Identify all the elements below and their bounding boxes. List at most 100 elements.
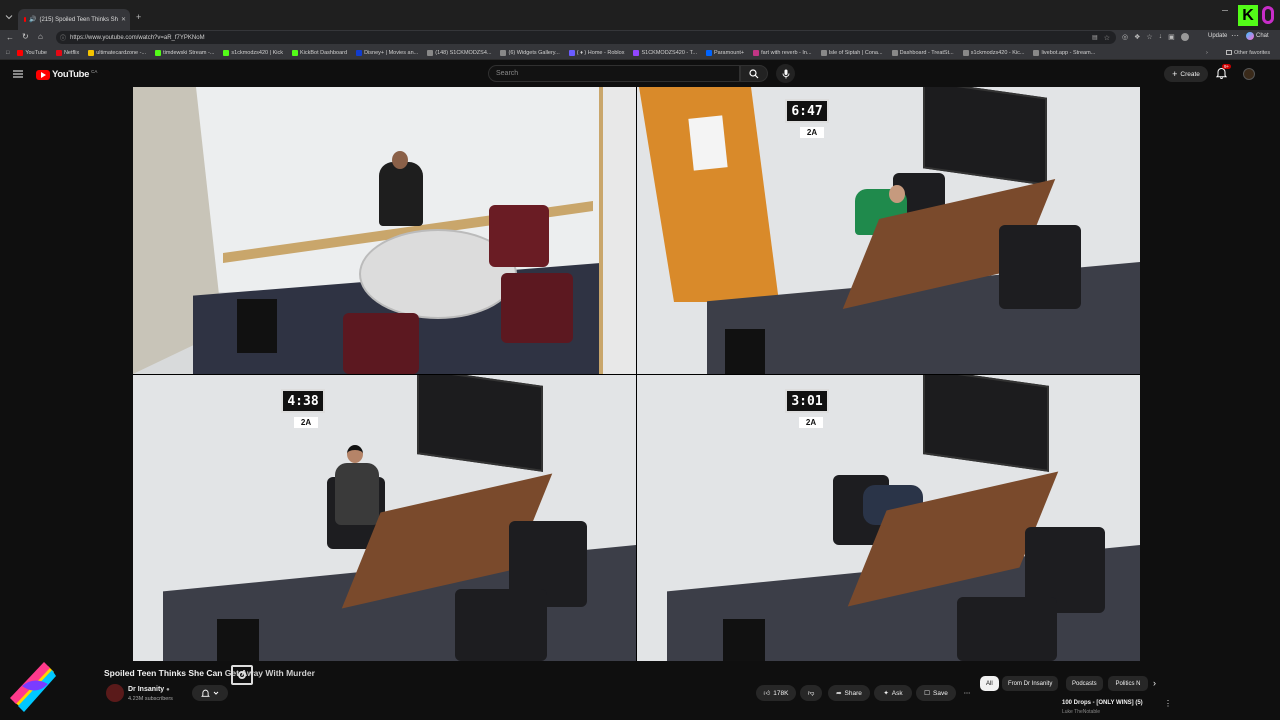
other-favorites-link[interactable]: Other favorites	[1226, 50, 1270, 56]
recommended-video-channel: Luke TheNotable	[1062, 709, 1100, 715]
ask-label: Ask	[891, 689, 903, 697]
trash-can	[725, 329, 765, 374]
office-chair	[455, 589, 547, 661]
kick-logo: K	[1238, 5, 1258, 26]
reload-icon[interactable]: ↻	[22, 32, 29, 41]
bookmark-label: Paramount+	[714, 49, 745, 56]
thumbs-up-icon: 👍︎	[763, 690, 771, 697]
bookmark-label: s1ckmodzs420 - Kic...	[970, 49, 1025, 56]
bookmark-label: Disney+ | Movies an...	[364, 49, 419, 56]
bookmark-item[interactable]: Paramount+	[706, 49, 745, 56]
favorites-icon[interactable]: ☆	[1146, 33, 1152, 41]
voice-search-button[interactable]	[776, 64, 795, 83]
office-chair	[999, 225, 1081, 309]
bookmark-favicon-icon	[891, 49, 898, 56]
chip-politics[interactable]: Politics N	[1108, 676, 1148, 691]
site-info-icon[interactable]: ⓘ	[60, 33, 66, 42]
bookmark-item[interactable]: Isle of Siptah | Cona...	[820, 49, 883, 56]
chat-button[interactable]: Chat	[1246, 32, 1269, 40]
bookmark-favicon-icon	[291, 49, 298, 56]
video-player[interactable]: 6:47 2A 4:38 2A 3:01 2A	[133, 87, 1140, 661]
more-menu-icon[interactable]: ⋯	[1231, 31, 1239, 40]
red-chair	[501, 273, 573, 343]
reader-view-icon[interactable]: ▤	[1092, 34, 1098, 41]
room-number: 2A	[294, 417, 318, 428]
recommended-video[interactable]: 100 Drops - [ONLY WINS] (5) Luke TheNota…	[1062, 700, 1172, 715]
share-button[interactable]: ➦ Share	[828, 685, 870, 701]
bookmark-label: Netflix	[63, 49, 80, 56]
tab-list-dropdown-icon[interactable]	[5, 13, 13, 21]
chip-from-channel[interactable]: From Dr Insanity	[1002, 676, 1059, 691]
bookmark-favicon-icon	[356, 49, 363, 56]
create-button[interactable]: + Create	[1164, 66, 1208, 82]
bookmark-item[interactable]: Dashboard - TreatSt...	[891, 49, 954, 56]
bookmark-item[interactable]: Netflix	[55, 49, 80, 56]
extensions-area: ◎ ❖ ☆ ↓ ▣	[1122, 33, 1189, 41]
person-seated	[379, 162, 423, 226]
dislike-button[interactable]: 👎︎	[800, 685, 822, 701]
youtube-logo[interactable]: YouTube CA	[36, 69, 97, 80]
search-input[interactable]: Search	[488, 65, 740, 82]
split-icon[interactable]: ▣	[1168, 33, 1175, 41]
room-number: 2A	[799, 417, 823, 428]
browser-tab-active[interactable]: 🔊 (215) Spoiled Teen Thinks Sh ✕	[18, 9, 130, 30]
like-button[interactable]: 👍︎ 178K	[756, 685, 796, 701]
notification-bell-button[interactable]	[192, 685, 228, 701]
screen-share-icon	[231, 665, 253, 685]
bookmark-item[interactable]: ultimatecardzone -...	[88, 49, 146, 56]
save-button[interactable]: ☐ Save	[916, 685, 956, 701]
tab-close-icon[interactable]: ✕	[121, 16, 126, 23]
chips-next-icon[interactable]: ›	[1153, 678, 1156, 688]
speaker-icon: 🔊	[28, 17, 37, 23]
bookmarks-folder-icon[interactable]: □	[6, 50, 9, 56]
bookmark-item[interactable]: Disney+ | Movies an...	[356, 49, 419, 56]
bookmark-item[interactable]: timdewski Stream -...	[155, 49, 214, 56]
puzzle-icon[interactable]: ❖	[1134, 33, 1140, 41]
search-button[interactable]	[740, 65, 768, 82]
bookmark-favicon-icon	[568, 49, 575, 56]
bookmark-item[interactable]: YouTube	[17, 49, 47, 56]
recommended-more-icon[interactable]: ⋮	[1164, 699, 1172, 708]
update-button[interactable]: Update	[1208, 33, 1227, 39]
bookmark-item[interactable]: (6) Widgets Gallery...	[500, 49, 560, 56]
download-icon[interactable]: ↓	[1159, 33, 1163, 41]
subscriber-count: 4.23M subscribers	[128, 696, 173, 702]
new-tab-icon[interactable]: +	[136, 12, 141, 22]
bookmark-item[interactable]: s1ckmodzs420 - Kic...	[962, 49, 1025, 56]
bookmark-item[interactable]: S1CKMODZS420 - T...	[633, 49, 697, 56]
channel-name[interactable]: Dr Insanity ●	[128, 686, 170, 693]
account-avatar[interactable]	[1243, 68, 1255, 80]
chip-podcasts[interactable]: Podcasts	[1066, 676, 1103, 691]
bookmark-item[interactable]: fart with reverb - In...	[753, 49, 812, 56]
chip-all[interactable]: All	[980, 676, 999, 691]
channel-avatar[interactable]	[106, 684, 124, 702]
more-actions-button[interactable]: ⋯	[960, 685, 974, 701]
share-label: Share	[844, 689, 862, 697]
door-edge	[599, 87, 636, 374]
bookmark-item[interactable]: s1ckmodzs420 | Kick	[223, 49, 283, 56]
bookmark-icon: ☐	[924, 690, 930, 697]
notifications-button[interactable]: 9+	[1216, 64, 1232, 79]
home-icon[interactable]: ⌂	[38, 32, 43, 41]
back-icon[interactable]: ←	[6, 33, 14, 42]
address-bar[interactable]: ⓘ https://www.youtube.com/watch?v=aR_f7Y…	[56, 31, 1116, 44]
notification-badge: 9+	[1222, 64, 1232, 69]
person-head	[889, 185, 905, 203]
extension-icon[interactable]: ◎	[1122, 33, 1128, 41]
profile-avatar-icon[interactable]	[1180, 33, 1189, 41]
bookmark-favicon-icon	[1033, 49, 1040, 56]
bookmark-item[interactable]: livebot.app - Stream...	[1033, 49, 1095, 56]
bookmark-item[interactable]: KickBot Dashboard	[291, 49, 347, 56]
window-minimize-icon[interactable]	[1222, 10, 1228, 11]
folder-icon	[1226, 50, 1232, 55]
hamburger-menu-icon[interactable]	[13, 70, 23, 78]
trash-can	[217, 619, 259, 661]
browser-tab-bar: 🔊 (215) Spoiled Teen Thinks Sh ✕ + K	[0, 0, 1280, 30]
bookmarks-overflow-icon[interactable]: ›	[1206, 50, 1208, 56]
bookmark-item[interactable]: ( ♦ ) Home - Roblox	[568, 49, 624, 56]
rainbow-logo-icon	[10, 662, 56, 712]
bookmark-item[interactable]: (148) S1CKMODZS4...	[427, 49, 491, 56]
ask-button[interactable]: ✦ Ask	[874, 685, 912, 701]
favorite-star-icon[interactable]: ☆	[1104, 34, 1110, 42]
bookmark-favicon-icon	[55, 49, 62, 56]
